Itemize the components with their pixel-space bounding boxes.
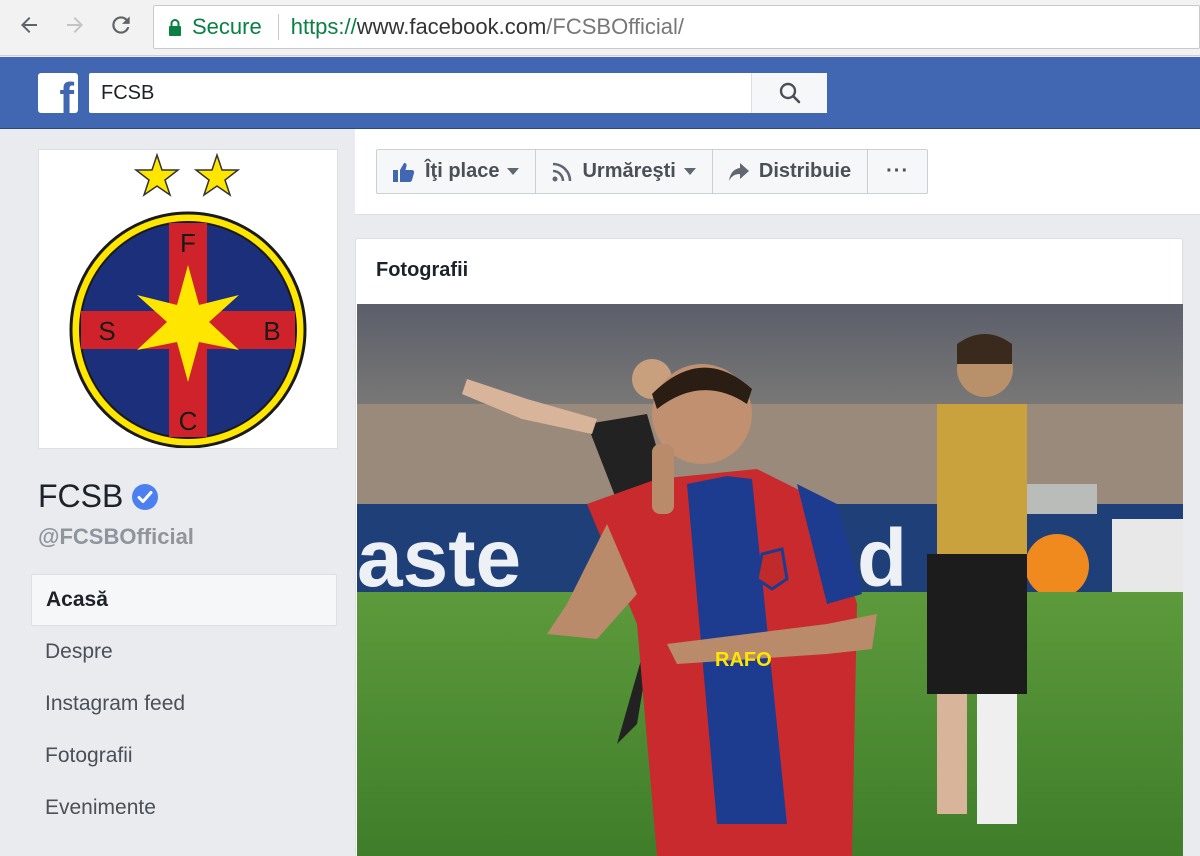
page-name-text: FCSB: [38, 478, 124, 514]
reload-button[interactable]: [106, 10, 136, 40]
action-button-group: Îţi place Urmăreşti Distribuie ···: [376, 149, 929, 194]
address-bar[interactable]: Secure https://www.facebook.com/FCSBOffi…: [153, 5, 1200, 49]
more-options-icon: ···: [886, 160, 910, 182]
sidebar-item-instagram-feed[interactable]: Instagram feed: [31, 678, 337, 730]
url-scheme: https://: [290, 14, 357, 39]
forward-button[interactable]: [60, 10, 90, 40]
search-input[interactable]: FCSB: [89, 82, 751, 105]
page-action-bar: Îţi place Urmăreşti Distribuie ···: [355, 129, 1200, 215]
back-arrow-icon: [21, 17, 37, 33]
reload-icon: [112, 16, 130, 34]
crest-letter-b: B: [263, 316, 280, 346]
sidebar-item-fotografii[interactable]: Fotografii: [31, 730, 337, 782]
page-username[interactable]: @FCSBOfficial: [38, 524, 194, 550]
thumbs-up-icon: [393, 162, 415, 182]
share-label: Distribuie: [758, 160, 852, 182]
share-arrow-icon: [728, 162, 749, 181]
facebook-logo-icon[interactable]: f: [38, 73, 78, 113]
crest-star-right: [193, 152, 241, 197]
follow-button[interactable]: Urmăreşti: [536, 150, 713, 193]
crest-star-left: [133, 152, 181, 197]
browser-toolbar: Secure https://www.facebook.com/FCSBOffi…: [0, 0, 1200, 56]
shirt-sponsor-text: RAFO: [715, 649, 772, 671]
more-options-button[interactable]: ···: [868, 150, 927, 193]
lock-icon: [169, 19, 181, 36]
sidebar-item-acasa[interactable]: Acasă: [31, 574, 337, 626]
address-separator: [277, 14, 279, 40]
photos-card-title[interactable]: Fotografii: [376, 259, 468, 282]
ad-board-text-2: d: [857, 513, 907, 604]
sidebar-item-despre[interactable]: Despre: [31, 626, 337, 678]
football-celebration-photo: aste d RAFO: [357, 304, 1183, 856]
fcsb-crest-logo: F S B C: [69, 152, 307, 449]
crest-letter-c: C: [179, 406, 198, 436]
search-button[interactable]: [751, 73, 827, 113]
url-path: /FCSBOfficial/: [546, 14, 685, 39]
search-icon: [779, 82, 800, 104]
url-text[interactable]: https://www.facebook.com/FCSBOfficial/: [291, 14, 684, 40]
featured-photo[interactable]: aste d RAFO: [357, 304, 1183, 856]
secure-label: Secure: [192, 14, 262, 39]
sidebar-item-evenimente[interactable]: Evenimente: [31, 782, 337, 834]
facebook-logo-letter: f: [59, 74, 74, 114]
rss-follow-icon: [552, 162, 572, 181]
crest-letter-f: F: [180, 228, 196, 258]
verified-badge-icon: [132, 483, 159, 510]
search-box[interactable]: FCSB: [89, 73, 827, 113]
like-label: Îţi place: [425, 160, 500, 182]
facebook-header: f FCSB: [0, 57, 1200, 129]
chevron-down-icon: [507, 167, 520, 175]
photos-card: Fotografii aste d RAFO: [355, 238, 1183, 856]
chevron-down-icon: [683, 167, 696, 175]
page-sidebar-nav: Acasă Despre Instagram feed Fotografii E…: [31, 574, 337, 834]
follow-label: Urmăreşti: [582, 160, 676, 182]
page-title[interactable]: FCSB: [38, 478, 159, 515]
crest-letter-s: S: [98, 316, 115, 346]
profile-picture[interactable]: F S B C: [38, 149, 338, 449]
forward-arrow-icon: [67, 17, 83, 33]
ad-board-text: aste: [357, 513, 521, 604]
back-button[interactable]: [14, 10, 44, 40]
url-host: www.facebook.com: [356, 14, 547, 39]
like-button[interactable]: Îţi place: [377, 150, 537, 193]
share-button[interactable]: Distribuie: [713, 150, 869, 193]
